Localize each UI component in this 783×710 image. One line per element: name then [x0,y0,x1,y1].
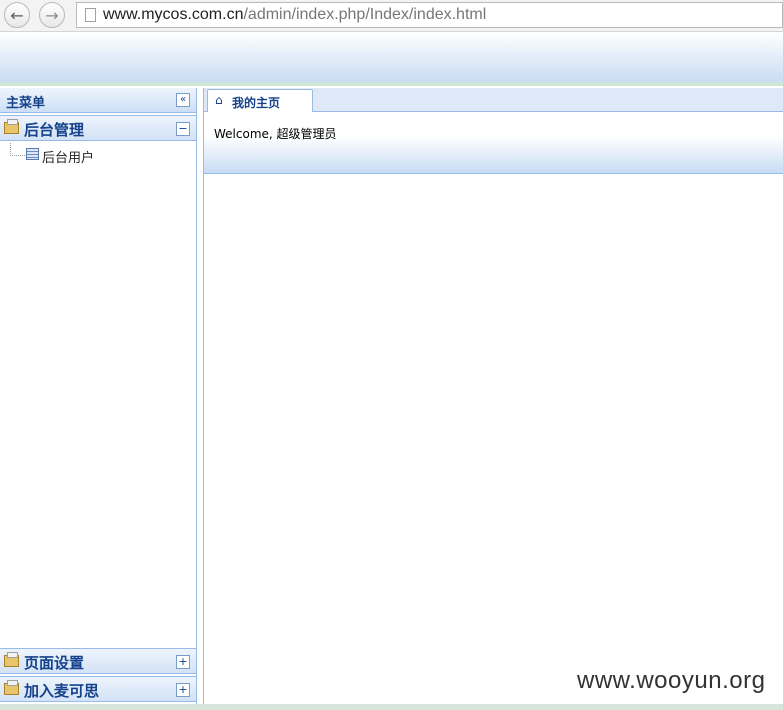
tree-connector [10,143,27,156]
main-menu-title: 主菜单 [6,96,46,111]
footer-divider [0,704,783,710]
watermark-text: www.wooyun.org [577,667,766,694]
tab-my-homepage[interactable]: ⌂ 我的主页 [207,89,313,113]
accordion-label: 加入麦可思 [24,682,100,700]
welcome-text: Welcome, 超级管理员 [214,127,337,141]
plus-icon[interactable]: + [176,655,190,669]
main-menu-header: 主菜单 « [0,88,196,113]
forward-icon[interactable]: → [39,2,65,28]
double-chevron-left-icon[interactable]: « [176,93,190,107]
page-icon [85,8,96,22]
folder-icon [4,119,19,134]
list-icon [26,148,39,160]
home-icon: ⌂ [215,93,223,107]
tab-label: 我的主页 [232,96,281,110]
accordion-header-admin[interactable]: 后台管理 − [0,115,196,141]
tab-strip: ⌂ 我的主页 [204,88,783,113]
header-divider [0,82,783,86]
folder-icon [4,652,19,667]
tree-item-admin-users[interactable]: 后台用户 [0,143,196,167]
accordion-label: 页面设置 [24,654,85,672]
minus-icon[interactable]: − [176,122,190,136]
back-icon[interactable]: ← [4,2,30,28]
address-bar[interactable]: www.mycos.com.cn/admin/index.php/Index/i… [76,2,783,28]
accordion-header-page-settings[interactable]: 页面设置 + [0,648,196,674]
url-host: www.mycos.com.cn [103,6,244,23]
accordion-header-join-mycos[interactable]: 加入麦可思 + [0,676,196,702]
plus-icon[interactable]: + [176,683,190,697]
folder-icon [4,680,19,695]
welcome-box: Welcome, 超级管理员 [204,112,783,174]
content-panel: ⌂ 我的主页 Welcome, 超级管理员 [203,88,783,704]
main-menu-panel: 主菜单 « 后台管理 − 后台用户 页面设置 + 加入麦可思 + [0,88,197,704]
browser-toolbar: ← → www.mycos.com.cn/admin/index.php/Ind… [0,0,783,32]
tree-item-label: 后台用户 [42,151,95,166]
url-text: www.mycos.com.cn/admin/index.php/Index/i… [103,6,486,24]
app-header [0,32,783,82]
url-path: /admin/index.php/Index/index.html [243,6,487,23]
accordion-label: 后台管理 [24,121,85,139]
